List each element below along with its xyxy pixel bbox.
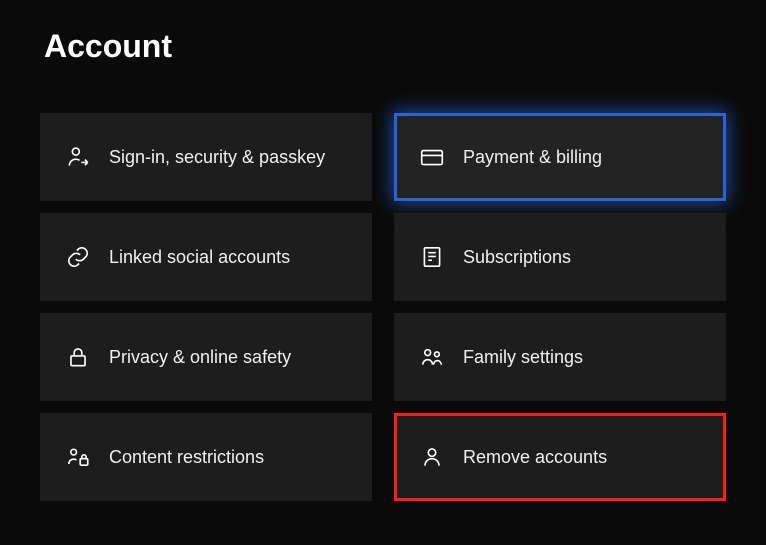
tile-payment-billing[interactable]: Payment & billing <box>394 113 726 201</box>
people-lock-icon <box>65 444 109 470</box>
person-icon <box>419 444 463 470</box>
tile-label: Content restrictions <box>109 446 264 469</box>
tile-label: Payment & billing <box>463 146 602 169</box>
tile-linked-social-accounts[interactable]: Linked social accounts <box>40 213 372 301</box>
tile-signin-security-passkey[interactable]: Sign-in, security & passkey <box>40 113 372 201</box>
tile-label: Linked social accounts <box>109 246 290 269</box>
receipt-icon <box>419 244 463 270</box>
tile-label: Sign-in, security & passkey <box>109 146 325 169</box>
lock-icon <box>65 344 109 370</box>
person-arrow-icon <box>65 144 109 170</box>
tile-label: Family settings <box>463 346 583 369</box>
tile-family-settings[interactable]: Family settings <box>394 313 726 401</box>
link-icon <box>65 244 109 270</box>
tile-label: Remove accounts <box>463 446 607 469</box>
credit-card-icon <box>419 144 463 170</box>
tile-privacy-online-safety[interactable]: Privacy & online safety <box>40 313 372 401</box>
tile-remove-accounts[interactable]: Remove accounts <box>394 413 726 501</box>
tile-label: Privacy & online safety <box>109 346 291 369</box>
tile-content-restrictions[interactable]: Content restrictions <box>40 413 372 501</box>
account-tiles-grid: Sign-in, security & passkey Payment & bi… <box>0 65 766 501</box>
tile-label: Subscriptions <box>463 246 571 269</box>
page-title: Account <box>0 0 766 65</box>
tile-subscriptions[interactable]: Subscriptions <box>394 213 726 301</box>
people-icon <box>419 344 463 370</box>
